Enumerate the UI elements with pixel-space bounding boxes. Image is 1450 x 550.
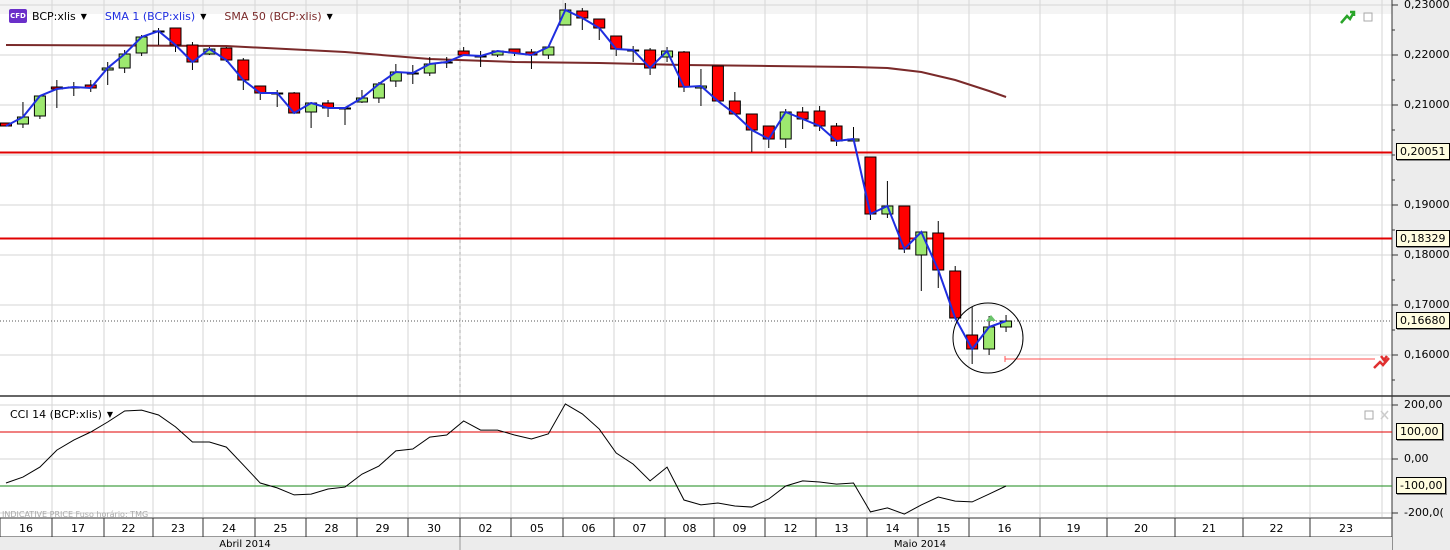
date-label: 21: [1202, 522, 1216, 535]
month-label: Maio 2014: [894, 539, 946, 550]
candle-body: [389, 71, 402, 82]
cci-level-tag: -100,00: [1396, 477, 1447, 494]
candle: [949, 266, 962, 319]
candle: [186, 42, 199, 70]
date-label: 12: [784, 522, 798, 535]
horizontal-line-tag[interactable]: 0,20051: [1396, 143, 1450, 161]
date-label: 28: [325, 522, 339, 535]
candle-body: [610, 35, 623, 50]
maximize-icon: [1363, 12, 1373, 22]
date-label: 20: [1134, 522, 1148, 535]
date-label: 22: [122, 522, 136, 535]
date-label: 17: [71, 522, 85, 535]
date-label: 13: [835, 522, 849, 535]
cci-tick-label: 200,00: [1404, 398, 1443, 411]
last-price-tag: 0,16680: [1396, 312, 1450, 329]
cci-maximize-icon: [1364, 410, 1374, 420]
cci-level-tag: 100,00: [1396, 423, 1443, 440]
candle: [474, 51, 487, 67]
date-label: 24: [222, 522, 236, 535]
main-legend: CFD BCP:xlis ▼ SMA 1 (BCP:xlis) ▼ SMA 50…: [9, 9, 347, 23]
date-label: 05: [530, 522, 544, 535]
date-label: 29: [376, 522, 390, 535]
symbol-selector[interactable]: CFD BCP:xlis ▼: [9, 9, 87, 23]
axis-panel: [1392, 0, 1450, 550]
sma50-label: SMA 50 (BCP:xlis): [224, 9, 322, 23]
candle: [779, 109, 792, 148]
candle: [50, 80, 63, 108]
price-tick-label: 0,17000: [1404, 298, 1450, 311]
candle: [711, 65, 724, 102]
candle: [339, 107, 351, 125]
candle-body: [864, 156, 877, 215]
price-tick-label: 0,16000: [1404, 348, 1450, 361]
date-label: 30: [427, 522, 441, 535]
candle: [16, 102, 29, 128]
date-label: 14: [886, 522, 900, 535]
date-label: 19: [1067, 522, 1081, 535]
date-label: 23: [171, 522, 185, 535]
symbol-label: BCP:xlis: [32, 9, 76, 23]
caret-down-icon: ▼: [80, 11, 87, 21]
date-label: 07: [633, 522, 647, 535]
cci-tick-label: -200,0(: [1404, 506, 1444, 519]
cci-tick-label: 0,00: [1404, 452, 1429, 465]
cci-label: CCI 14 (BCP:xlis): [10, 408, 102, 421]
date-label: 25: [274, 522, 288, 535]
candle-body: [678, 51, 690, 88]
candle: [67, 82, 80, 96]
date-label: 08: [683, 522, 697, 535]
candle: [881, 181, 894, 218]
footer-note: INDICATIVE PRICE Fuso horário: TMG: [2, 510, 149, 519]
trading-chart[interactable]: 16 17 22 23 24 25 28 29 30 02 05 06 07 08 09 12 13 14 15 16…: [0, 0, 1450, 550]
month-axis: [0, 537, 1392, 550]
price-tick-label: 0,22000: [1404, 48, 1450, 61]
candle: [1000, 315, 1013, 332]
month-label: Abril 2014: [219, 539, 270, 550]
candle: [830, 123, 843, 146]
sma1-label: SMA 1 (BCP:xlis): [104, 9, 196, 23]
candle: [406, 65, 419, 84]
caret-down-icon: ▼: [326, 11, 333, 21]
date-label: 15: [937, 522, 951, 535]
caret-down-icon: ▼: [200, 11, 207, 21]
price-tick-label: 0,21000: [1404, 98, 1450, 111]
candle: [610, 35, 623, 56]
date-label: 06: [582, 522, 596, 535]
date-label: 23: [1339, 522, 1353, 535]
cci-selector[interactable]: CCI 14 (BCP:xlis) ▼: [10, 408, 113, 421]
caret-down-icon: ▼: [106, 410, 114, 419]
candle: [84, 80, 97, 92]
candle-body: [779, 111, 792, 140]
sma50-selector[interactable]: SMA 50 (BCP:xlis) ▼: [224, 10, 332, 23]
date-label: 16: [19, 522, 33, 535]
date-label: 22: [1270, 522, 1284, 535]
candle-body: [135, 36, 148, 54]
sma1-selector[interactable]: SMA 1 (BCP:xlis) ▼: [105, 10, 206, 23]
date-label: 09: [733, 522, 747, 535]
price-tick-label: 0,18000: [1404, 248, 1450, 261]
up-arrow-marker-icon: [986, 315, 996, 321]
price-tick-label: 0,19000: [1404, 198, 1450, 211]
candle-body: [932, 232, 945, 271]
candle-body: [983, 326, 996, 350]
candle-body: [898, 205, 911, 250]
price-tick-label: 0,23000: [1404, 0, 1450, 11]
candle-body: [949, 270, 962, 319]
candle: [525, 49, 538, 69]
date-label: 16: [998, 522, 1012, 535]
candle: [644, 48, 657, 75]
candle-body: [711, 65, 724, 102]
candle-body: [33, 95, 46, 117]
horizontal-line-tag[interactable]: 0,18329: [1396, 229, 1450, 247]
date-label: 02: [479, 522, 493, 535]
cfd-icon: CFD: [9, 9, 27, 23]
candle: [694, 69, 707, 106]
candle: [983, 316, 996, 355]
